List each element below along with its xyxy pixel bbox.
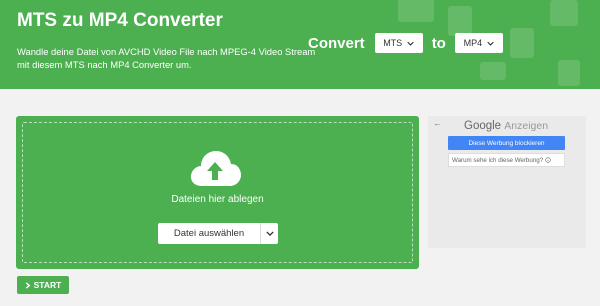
why-this-ad-link[interactable]: Warum sehe ich diese Werbung? bbox=[448, 153, 565, 167]
format-selector-row: Convert MTS to MP4 bbox=[308, 33, 503, 53]
from-format-select[interactable]: MTS bbox=[374, 33, 423, 53]
ad-brand-google: Google bbox=[464, 120, 502, 132]
chart-icon bbox=[550, 0, 578, 26]
ad-brand: Google Anzeigen bbox=[464, 120, 548, 132]
info-icon bbox=[545, 157, 551, 163]
chevron-down-icon bbox=[265, 231, 274, 236]
chevron-down-icon bbox=[407, 41, 414, 46]
start-button[interactable]: START bbox=[17, 276, 69, 294]
image-file-icon bbox=[398, 0, 434, 22]
chevron-right-icon bbox=[25, 281, 31, 289]
choose-file-button[interactable]: Datei auswählen bbox=[158, 223, 278, 244]
ad-brand-ads: Anzeigen bbox=[504, 120, 549, 132]
pdf-file-icon bbox=[510, 28, 534, 58]
to-format-select[interactable]: MP4 bbox=[454, 33, 503, 53]
file-dropzone[interactable] bbox=[16, 116, 419, 269]
cloud-upload-icon bbox=[190, 151, 241, 186]
jpg-file-icon bbox=[448, 6, 472, 36]
ad-panel: ← Google Anzeigen Diese Werbung blockier… bbox=[428, 116, 586, 248]
mail-icon bbox=[480, 62, 506, 80]
document-icon bbox=[558, 60, 580, 86]
to-label: to bbox=[431, 34, 446, 52]
back-arrow-icon[interactable]: ← bbox=[433, 118, 442, 128]
to-format-value: MP4 bbox=[463, 38, 483, 48]
choose-source-dropdown[interactable] bbox=[260, 223, 278, 244]
why-this-ad-label: Warum sehe ich diese Werbung? bbox=[452, 156, 544, 164]
page-title: MTS zu MP4 Converter bbox=[17, 10, 223, 31]
start-label: START bbox=[33, 280, 62, 290]
choose-file-label: Datei auswählen bbox=[173, 228, 245, 239]
convert-label: Convert bbox=[308, 34, 365, 52]
chevron-down-icon bbox=[487, 41, 494, 46]
from-format-value: MTS bbox=[383, 38, 403, 48]
drop-files-label: Dateien hier ablegen bbox=[171, 194, 264, 205]
block-ad-button[interactable]: Diese Werbung blockieren bbox=[448, 136, 565, 150]
page-description: Wandle deine Datei von AVCHD Video File … bbox=[17, 46, 316, 70]
header-banner: MTS zu MP4 Converter Wandle deine Datei … bbox=[0, 0, 600, 89]
